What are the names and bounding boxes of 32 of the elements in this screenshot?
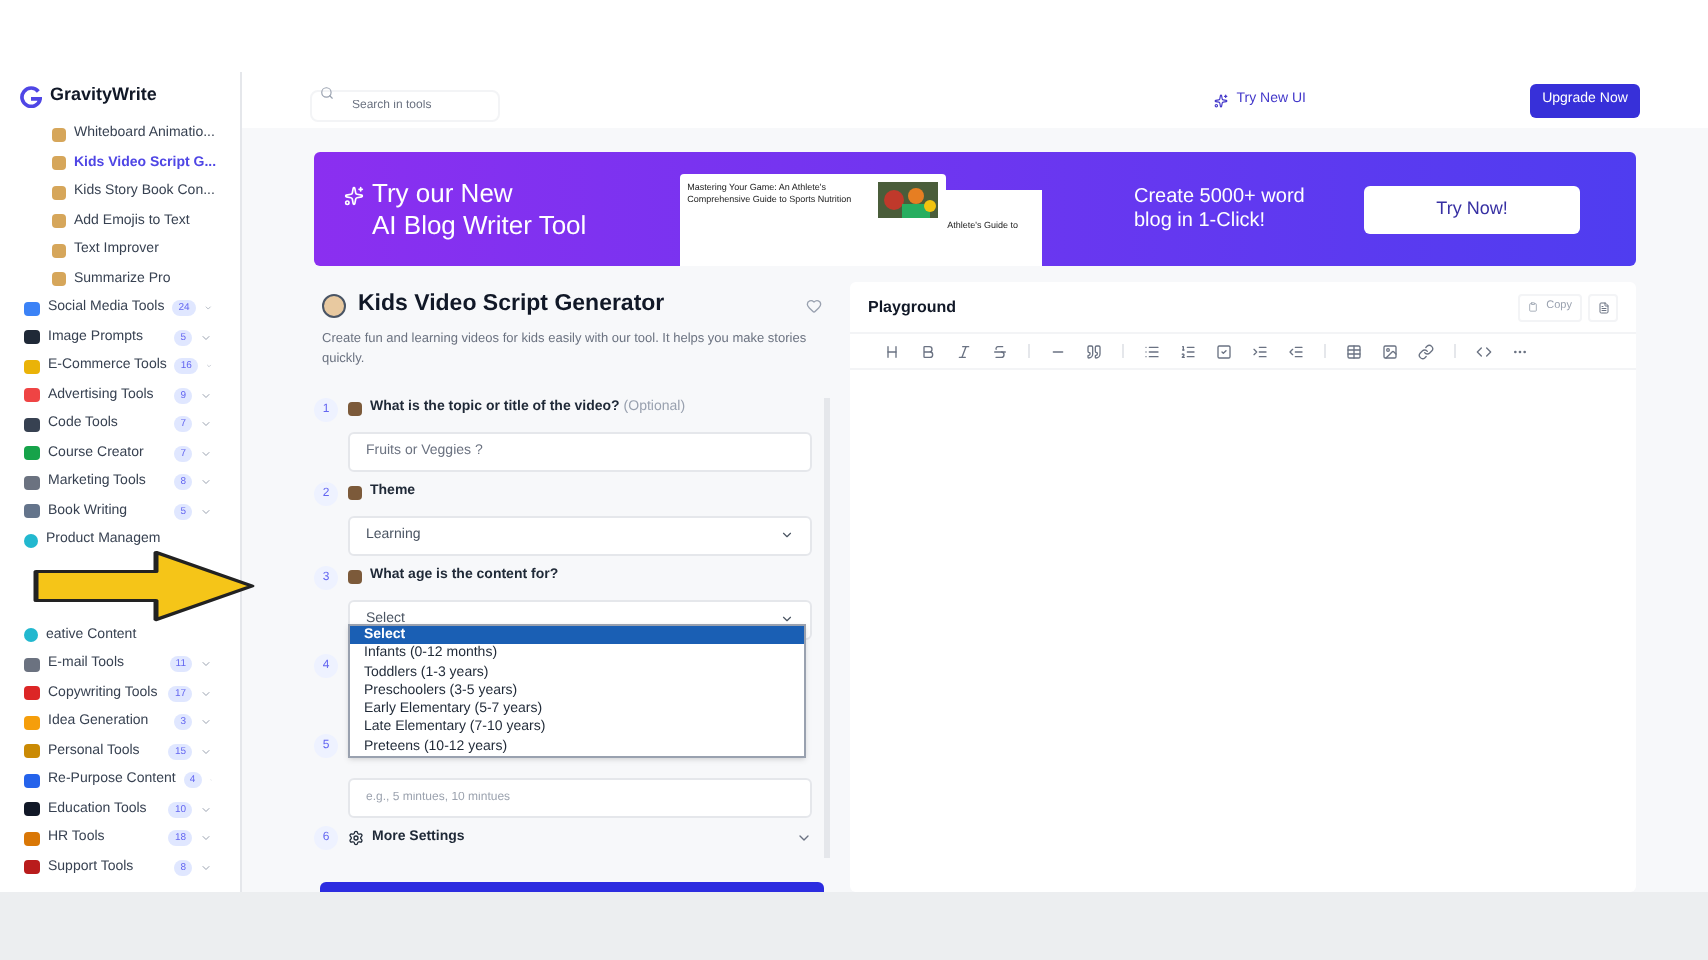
banner-title: Try our New [372,177,515,209]
numbered-list-icon[interactable] [1180,343,1196,359]
table-icon[interactable] [1346,343,1362,359]
image-icon[interactable] [1382,343,1398,359]
panel-title: Playground [868,295,957,319]
search-icon [320,85,334,99]
try-now-button[interactable]: Try Now! [1364,185,1580,233]
bold-icon[interactable] [920,343,936,359]
quote-icon[interactable] [1086,343,1102,359]
gear-icon [348,830,364,847]
italic-icon[interactable] [956,343,972,359]
banner-title: AI Blog Writer Tool [372,209,587,241]
clipboard-icon [1528,302,1539,312]
emoji-icon [348,570,362,584]
logo-icon [20,85,42,107]
indent-icon[interactable] [1252,343,1268,359]
brand-name: GravityWrite [50,82,157,109]
emoji-icon [348,486,362,500]
document-icon [1597,301,1609,313]
sparkle-icon [1214,93,1229,107]
code-icon[interactable] [1476,343,1492,359]
emoji-icon [348,402,362,416]
tool-title: Kids Video Script Generator [358,290,665,320]
avatar-icon [322,293,346,318]
strikethrough-icon[interactable] [992,343,1008,359]
sparkle-icon [344,185,364,205]
heading-icon[interactable] [884,343,900,359]
link-icon[interactable] [1418,343,1434,359]
checkbox-icon[interactable] [1216,343,1232,359]
outdent-icon[interactable] [1288,343,1304,359]
bullet-list-icon[interactable] [1144,343,1160,359]
banner-tagline: Create 5000+ word blog in 1-Click! [1134,185,1307,233]
